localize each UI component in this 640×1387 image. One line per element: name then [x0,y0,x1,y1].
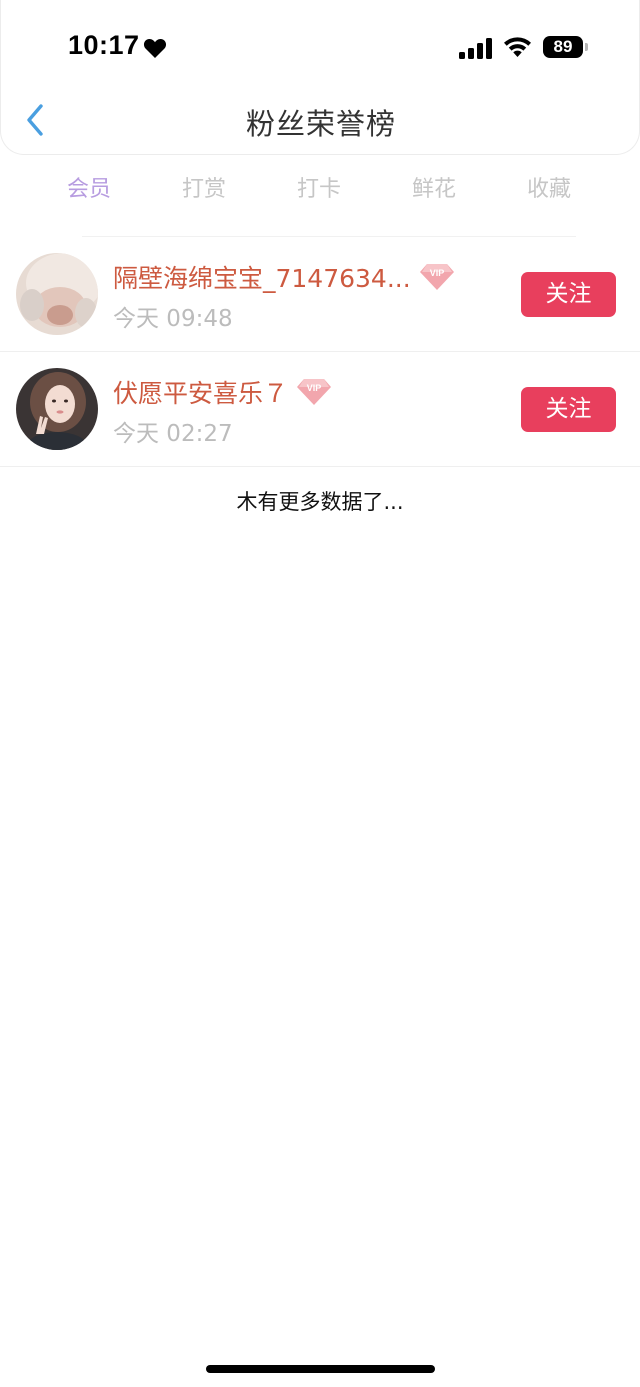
name-line: 伏愿平安喜乐７ VIP [113,374,333,410]
battery-icon: 89 [543,36,583,58]
vip-label: VIP [429,268,444,278]
tab-bar: 会员 打赏 打卡 鲜花 收藏 [0,171,640,211]
user-name[interactable]: 隔壁海绵宝宝_7147634... [113,259,411,295]
tab-checkin[interactable]: 打卡 [269,171,369,203]
timestamp: 今天 09:48 [113,306,233,332]
vip-diamond-icon: VIP [419,264,454,290]
vip-diamond-icon: VIP [297,379,332,405]
list-item[interactable]: 隔壁海绵宝宝_7147634... VIP 今天 09:48 关注 [0,237,640,352]
tab-flowers[interactable]: 鲜花 [384,171,484,203]
avatar[interactable] [16,253,98,335]
vip-label: VIP [307,383,322,393]
heart-icon [143,38,167,58]
follow-button[interactable]: 关注 [521,272,616,317]
status-time: 10:17 [68,30,140,60]
battery-tip [585,43,588,51]
avatar[interactable] [16,368,98,450]
tab-rewards[interactable]: 打赏 [154,171,254,203]
signal-icon [459,38,492,59]
list-item[interactable]: 伏愿平安喜乐７ VIP 今天 02:27 关注 [0,352,640,467]
follow-button[interactable]: 关注 [521,387,616,432]
timestamp: 今天 02:27 [113,421,233,447]
battery-level: 89 [553,37,573,56]
status-bar: 10:17 89 [1,0,640,95]
tab-favorites[interactable]: 收藏 [499,171,599,203]
name-line: 隔壁海绵宝宝_7147634... VIP [113,259,456,295]
fan-list: 隔壁海绵宝宝_7147634... VIP 今天 09:48 关注 伏愿平安喜乐… [0,237,640,467]
top-bar: 10:17 89 粉丝荣誉榜 [0,0,640,155]
user-name[interactable]: 伏愿平安喜乐７ [113,374,288,410]
page-title: 粉丝荣誉榜 [245,107,396,141]
home-indicator[interactable] [206,1365,435,1373]
wifi-icon [504,37,531,57]
tab-members[interactable]: 会员 [39,171,139,203]
no-more-data-text: 木有更多数据了... [236,490,404,514]
